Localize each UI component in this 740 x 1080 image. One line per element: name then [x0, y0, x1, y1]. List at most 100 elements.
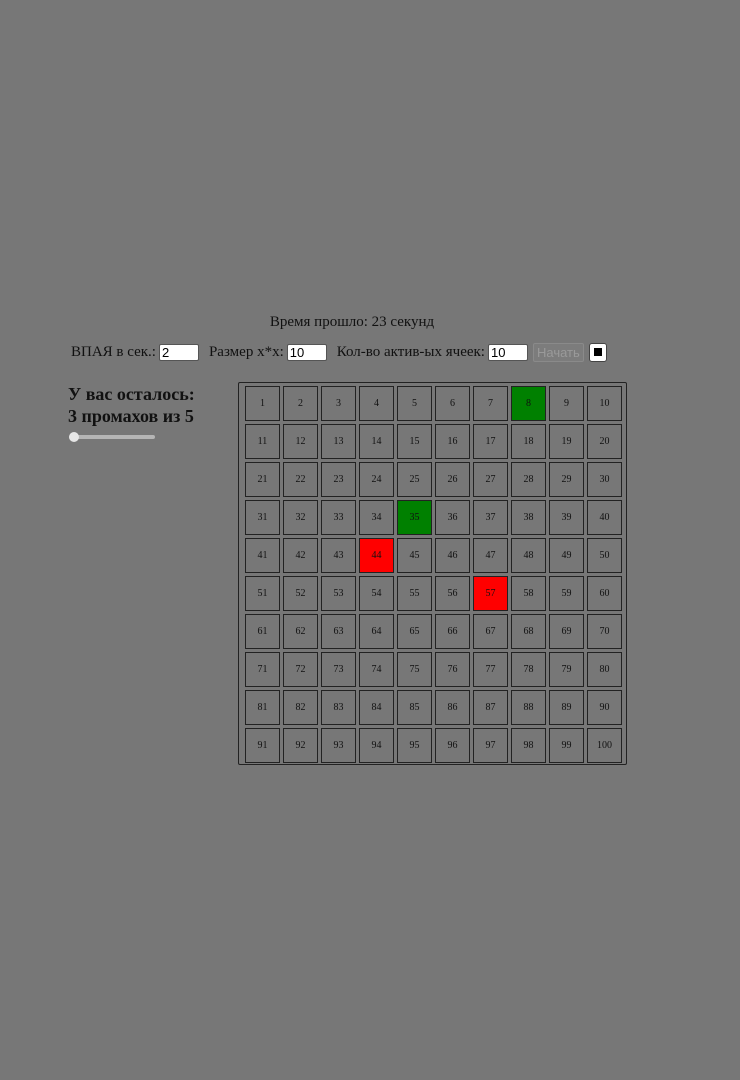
grid-cell[interactable]: 17	[473, 424, 508, 459]
grid-cell[interactable]: 39	[549, 500, 584, 535]
grid-cell[interactable]: 75	[397, 652, 432, 687]
grid-cell[interactable]: 85	[397, 690, 432, 725]
grid-cell[interactable]: 59	[549, 576, 584, 611]
grid-cell[interactable]: 16	[435, 424, 470, 459]
grid-cell[interactable]: 1	[245, 386, 280, 421]
grid-cell[interactable]: 83	[321, 690, 356, 725]
grid-cell[interactable]: 72	[283, 652, 318, 687]
grid-cell[interactable]: 27	[473, 462, 508, 497]
grid-cell[interactable]: 90	[587, 690, 622, 725]
grid-cell[interactable]: 7	[473, 386, 508, 421]
grid-cell[interactable]: 53	[321, 576, 356, 611]
grid-cell[interactable]: 9	[549, 386, 584, 421]
grid-cell[interactable]: 96	[435, 728, 470, 763]
grid-cell[interactable]: 26	[435, 462, 470, 497]
grid-cell[interactable]: 28	[511, 462, 546, 497]
active-cells-input[interactable]	[487, 343, 528, 361]
grid-cell[interactable]: 3	[321, 386, 356, 421]
grid-cell[interactable]: 51	[245, 576, 280, 611]
grid-cell[interactable]: 50	[587, 538, 622, 573]
grid-cell[interactable]: 74	[359, 652, 394, 687]
grid-cell[interactable]: 70	[587, 614, 622, 649]
grid-cell[interactable]: 22	[283, 462, 318, 497]
grid-cell[interactable]: 12	[283, 424, 318, 459]
grid-cell[interactable]: 93	[321, 728, 356, 763]
grid-cell[interactable]: 95	[397, 728, 432, 763]
grid-cell[interactable]: 94	[359, 728, 394, 763]
grid-cell[interactable]: 30	[587, 462, 622, 497]
grid-cell[interactable]: 4	[359, 386, 394, 421]
grid-cell[interactable]: 45	[397, 538, 432, 573]
grid-cell[interactable]: 13	[321, 424, 356, 459]
grid-cell[interactable]: 40	[587, 500, 622, 535]
grid-cell[interactable]: 89	[549, 690, 584, 725]
grid-cell[interactable]: 2	[283, 386, 318, 421]
grid-cell[interactable]: 68	[511, 614, 546, 649]
grid-cell[interactable]: 43	[321, 538, 356, 573]
grid-cell[interactable]: 55	[397, 576, 432, 611]
grid-cell[interactable]: 11	[245, 424, 280, 459]
grid-cell[interactable]: 100	[587, 728, 622, 763]
grid-cell[interactable]: 57	[473, 576, 508, 611]
grid-cell[interactable]: 56	[435, 576, 470, 611]
grid-cell[interactable]: 44	[359, 538, 394, 573]
grid-cell[interactable]: 52	[283, 576, 318, 611]
grid-cell[interactable]: 76	[435, 652, 470, 687]
progress-slider[interactable]	[69, 432, 155, 442]
grid-cell[interactable]: 48	[511, 538, 546, 573]
grid-cell[interactable]: 86	[435, 690, 470, 725]
grid-cell[interactable]: 63	[321, 614, 356, 649]
grid-cell[interactable]: 99	[549, 728, 584, 763]
grid-cell[interactable]: 23	[321, 462, 356, 497]
grid-cell[interactable]: 37	[473, 500, 508, 535]
grid-cell[interactable]: 62	[283, 614, 318, 649]
grid-cell[interactable]: 65	[397, 614, 432, 649]
grid-cell[interactable]: 61	[245, 614, 280, 649]
grid-cell[interactable]: 46	[435, 538, 470, 573]
grid-cell[interactable]: 20	[587, 424, 622, 459]
start-button[interactable]: Начать	[532, 342, 584, 362]
grid-cell[interactable]: 49	[549, 538, 584, 573]
grid-cell[interactable]: 71	[245, 652, 280, 687]
grid-cell[interactable]: 24	[359, 462, 394, 497]
grid-cell[interactable]: 58	[511, 576, 546, 611]
grid-cell[interactable]: 14	[359, 424, 394, 459]
grid-cell[interactable]: 19	[549, 424, 584, 459]
grid-cell[interactable]: 60	[587, 576, 622, 611]
grid-cell[interactable]: 82	[283, 690, 318, 725]
grid-cell[interactable]: 79	[549, 652, 584, 687]
grid-cell[interactable]: 87	[473, 690, 508, 725]
grid-cell[interactable]: 6	[435, 386, 470, 421]
grid-cell[interactable]: 36	[435, 500, 470, 535]
grid-cell[interactable]: 97	[473, 728, 508, 763]
grid-cell[interactable]: 33	[321, 500, 356, 535]
grid-cell[interactable]: 35	[397, 500, 432, 535]
grid-cell[interactable]: 32	[283, 500, 318, 535]
grid-cell[interactable]: 41	[245, 538, 280, 573]
grid-cell[interactable]: 98	[511, 728, 546, 763]
grid-cell[interactable]: 8	[511, 386, 546, 421]
grid-cell[interactable]: 42	[283, 538, 318, 573]
grid-cell[interactable]: 73	[321, 652, 356, 687]
stop-button[interactable]	[588, 342, 607, 362]
grid-cell[interactable]: 64	[359, 614, 394, 649]
grid-cell[interactable]: 5	[397, 386, 432, 421]
grid-cell[interactable]: 88	[511, 690, 546, 725]
grid-cell[interactable]: 67	[473, 614, 508, 649]
grid-cell[interactable]: 91	[245, 728, 280, 763]
grid-cell[interactable]: 84	[359, 690, 394, 725]
grid-cell[interactable]: 34	[359, 500, 394, 535]
slider-thumb[interactable]	[69, 432, 79, 442]
grid-cell[interactable]: 54	[359, 576, 394, 611]
grid-cell[interactable]: 31	[245, 500, 280, 535]
size-input[interactable]	[286, 343, 327, 361]
grid-cell[interactable]: 80	[587, 652, 622, 687]
grid-cell[interactable]: 66	[435, 614, 470, 649]
grid-cell[interactable]: 69	[549, 614, 584, 649]
grid-cell[interactable]: 77	[473, 652, 508, 687]
grid-cell[interactable]: 25	[397, 462, 432, 497]
grid-cell[interactable]: 47	[473, 538, 508, 573]
grid-cell[interactable]: 21	[245, 462, 280, 497]
grid-cell[interactable]: 92	[283, 728, 318, 763]
grid-cell[interactable]: 81	[245, 690, 280, 725]
